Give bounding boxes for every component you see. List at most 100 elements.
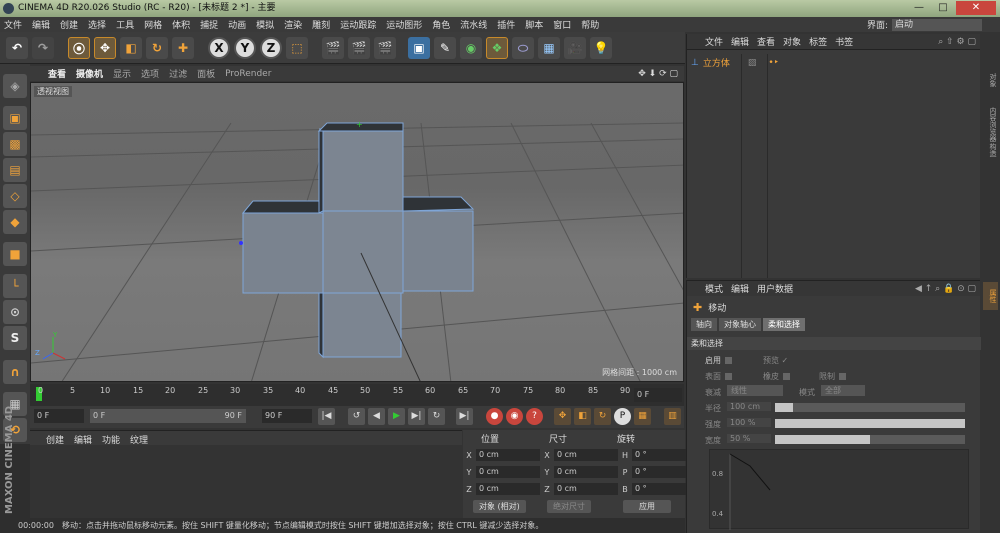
falloff-graph[interactable]: 0.8 0.4 — [709, 449, 969, 530]
current-frame-field[interactable]: 0 F — [634, 388, 682, 402]
frame-range-slider[interactable]: 0 F 90 F — [90, 409, 246, 423]
coordinate-mode-dropdown[interactable]: 对象 (相对) — [473, 500, 526, 513]
radius-field[interactable]: 100 cm — [727, 402, 771, 411]
attribute-menu-mode[interactable]: 模式 — [705, 282, 723, 295]
record-pla-icon[interactable]: ▦ — [634, 408, 651, 425]
menu-window[interactable]: 窗口 — [553, 18, 571, 31]
floor-object-icon[interactable]: ▦ — [538, 37, 560, 59]
tab-soft-selection[interactable]: 柔和选择 — [763, 318, 805, 331]
rot-b-field[interactable]: 0 ° — [632, 483, 692, 495]
play-icon[interactable]: ▶ — [388, 408, 405, 425]
menu-create[interactable]: 创建 — [60, 18, 78, 31]
menu-help[interactable]: 帮助 — [581, 18, 599, 31]
viewport-menu-prorender[interactable]: ProRender — [225, 69, 271, 79]
size-x-field[interactable]: 0 cm — [554, 449, 618, 461]
menu-simulate[interactable]: 模拟 — [256, 18, 274, 31]
x-axis-lock-button[interactable]: X — [208, 37, 230, 59]
minimize-button[interactable]: — — [908, 1, 930, 15]
mode-dropdown[interactable]: 全部 — [821, 385, 865, 396]
timeline-window-icon[interactable]: ▥ — [664, 408, 681, 425]
record-position-icon[interactable]: ✥ — [554, 408, 571, 425]
preview-checkbox[interactable]: 预览 ✓ — [763, 355, 788, 366]
menu-tools[interactable]: 工具 — [116, 18, 134, 31]
object-menu-tags[interactable]: 标签 — [809, 35, 827, 48]
y-axis-lock-button[interactable]: Y — [234, 37, 256, 59]
points-mode-icon[interactable]: ◇ — [3, 184, 27, 208]
object-menu-edit[interactable]: 编辑 — [731, 35, 749, 48]
undo-icon[interactable]: ↶ — [6, 37, 28, 59]
menu-render[interactable]: 渲染 — [284, 18, 302, 31]
layout-select[interactable]: 启动 — [892, 18, 982, 31]
viewport-menu-panel[interactable]: 面板 — [197, 67, 215, 80]
tweak-mode-icon[interactable]: ⊙ — [3, 300, 27, 324]
maximize-button[interactable]: □ — [932, 1, 954, 15]
record-parameter-icon[interactable]: P — [614, 408, 631, 425]
menu-mograph[interactable]: 运动图形 — [386, 18, 422, 31]
end-frame-field[interactable]: 90 F — [262, 409, 312, 423]
material-menu-texture[interactable]: 纹理 — [130, 433, 148, 446]
attribute-nav-icons[interactable]: ◀ ↑ ⌕ 🔒 ⊙ ▢ — [915, 284, 976, 294]
menu-snap[interactable]: 捕捉 — [200, 18, 218, 31]
timeline-ruler[interactable]: 0 5 10 15 20 25 30 35 40 45 50 55 60 65 … — [30, 384, 684, 406]
axis-mode-icon[interactable]: └ — [3, 274, 27, 298]
edges-mode-icon[interactable]: ◆ — [3, 210, 27, 234]
record-scale-icon[interactable]: ◧ — [574, 408, 591, 425]
model-mode-icon[interactable]: ▣ — [3, 106, 27, 130]
viewport-nav-icons[interactable]: ✥ ⬇ ⟳ ▢ — [638, 69, 678, 79]
magnet-icon[interactable]: ∩ — [3, 360, 27, 384]
previous-frame-icon[interactable]: ◀ — [368, 408, 385, 425]
next-key-icon[interactable]: ↻ — [428, 408, 445, 425]
live-select-icon[interactable]: ⦿ — [68, 37, 90, 59]
side-tab-objects[interactable]: 对象 — [983, 66, 998, 94]
autokeying-icon[interactable]: ◉ — [506, 408, 523, 425]
size-z-field[interactable]: 0 cm — [554, 483, 618, 495]
radius-slider[interactable] — [775, 403, 965, 412]
rotate-icon[interactable]: ↻ — [146, 37, 168, 59]
object-row-cube[interactable]: ⊥ 立方体 ▨ •‣ — [691, 56, 779, 70]
polygons-mode-icon[interactable]: ■ — [3, 242, 27, 266]
workplane-mode-icon[interactable]: ▤ — [3, 158, 27, 182]
record-active-objects-icon[interactable]: ● — [486, 408, 503, 425]
render-view-icon[interactable]: 🎬 — [322, 37, 344, 59]
side-tab-structure[interactable]: 构造 — [983, 136, 998, 164]
go-to-start-icon[interactable]: |◀ — [318, 408, 335, 425]
menu-motion-tracking[interactable]: 运动跟踪 — [340, 18, 376, 31]
next-frame-icon[interactable]: ▶| — [408, 408, 425, 425]
viewport-menu-camera[interactable]: 摄像机 — [76, 67, 103, 80]
deformer-icon[interactable]: ⬭ — [512, 37, 534, 59]
viewport-menu-display[interactable]: 显示 — [113, 67, 131, 80]
rubber-checkbox[interactable]: 橡皮 — [763, 371, 790, 382]
material-menu-create[interactable]: 创建 — [46, 433, 64, 446]
move-icon[interactable]: ✥ — [94, 37, 116, 59]
coordinate-system-icon[interactable]: ⬚ — [286, 37, 308, 59]
viewport-menu-filter[interactable]: 过滤 — [169, 67, 187, 80]
pos-y-field[interactable]: 0 cm — [476, 466, 540, 478]
menu-select[interactable]: 选择 — [88, 18, 106, 31]
viewport-menu-options[interactable]: 选项 — [141, 67, 159, 80]
width-field[interactable]: 50 % — [727, 434, 771, 443]
pos-z-field[interactable]: 0 cm — [476, 483, 540, 495]
snapping-icon[interactable]: S — [3, 326, 27, 350]
size-mode-dropdown[interactable]: 绝对尺寸 — [547, 500, 591, 513]
z-axis-lock-button[interactable]: Z — [260, 37, 282, 59]
pos-x-field[interactable]: 0 cm — [476, 449, 540, 461]
object-menu-file[interactable]: 文件 — [705, 35, 723, 48]
menu-plugins[interactable]: 插件 — [497, 18, 515, 31]
menu-file[interactable]: 文件 — [4, 18, 22, 31]
subdivision-surface-icon[interactable]: ◉ — [460, 37, 482, 59]
rot-h-field[interactable]: 0 ° — [632, 449, 692, 461]
object-menu-bookmarks[interactable]: 书签 — [835, 35, 853, 48]
camera-icon[interactable]: 🎥 — [564, 37, 586, 59]
pen-spline-icon[interactable]: ✎ — [434, 37, 456, 59]
attribute-menu-edit[interactable]: 编辑 — [731, 282, 749, 295]
menu-animate[interactable]: 动画 — [228, 18, 246, 31]
recent-tool-icon[interactable]: ✚ — [172, 37, 194, 59]
rot-p-field[interactable]: 0 ° — [632, 466, 692, 478]
material-menu-function[interactable]: 功能 — [102, 433, 120, 446]
size-y-field[interactable]: 0 cm — [554, 466, 618, 478]
menu-script[interactable]: 脚本 — [525, 18, 543, 31]
strength-field[interactable]: 100 % — [727, 418, 771, 427]
object-manager-search-icon[interactable]: ⌕ ⇧ ⚙ ▢ — [938, 37, 976, 47]
menu-volume[interactable]: 体积 — [172, 18, 190, 31]
tab-axis[interactable]: 轴向 — [691, 318, 717, 331]
